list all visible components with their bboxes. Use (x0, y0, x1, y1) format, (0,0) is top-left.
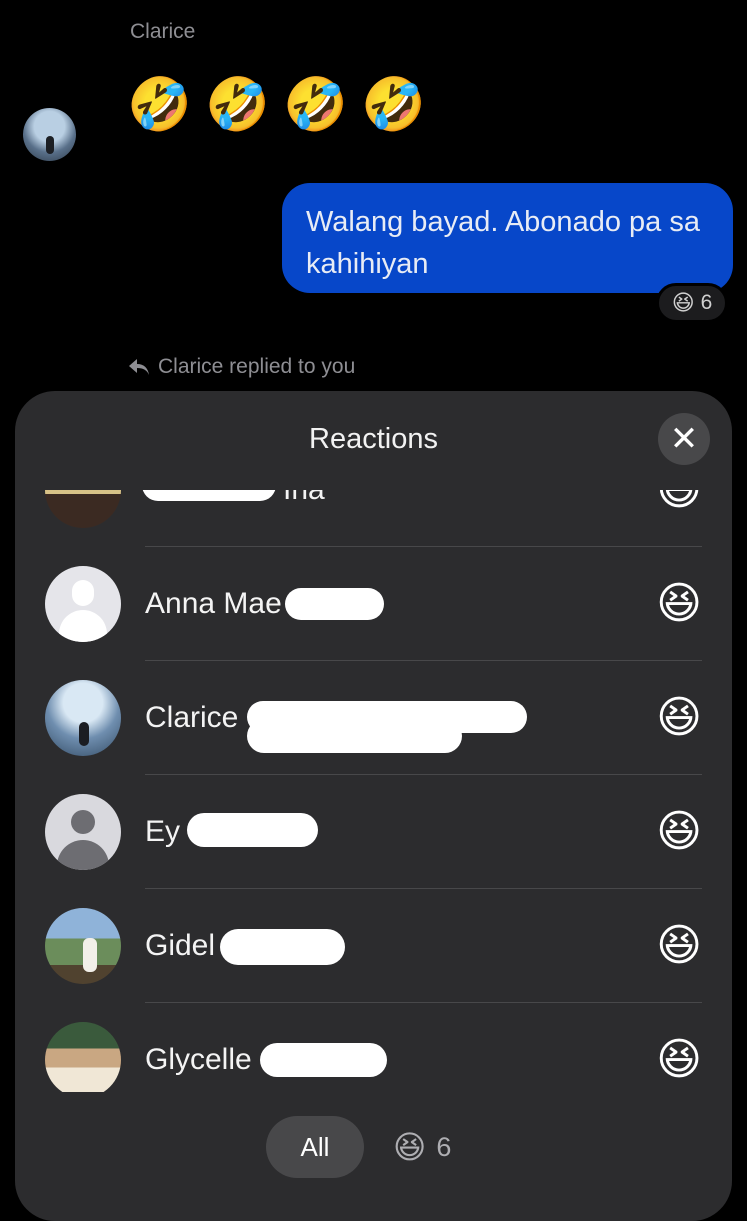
reactor-row[interactable]: Ina 😆 (15, 490, 732, 547)
reactor-row[interactable]: Anna Mae 😆 (15, 547, 732, 661)
filter-count: 6 (436, 1131, 452, 1162)
rofl-emoji: 🤣 (127, 76, 192, 134)
reactor-name: Clarice (145, 701, 239, 734)
reply-arrow-icon (129, 359, 149, 375)
laughing-emoji: 😆 (656, 490, 702, 547)
reactor-name: Ina (283, 490, 325, 547)
avatar (45, 908, 121, 984)
reactor-row[interactable]: Gidel 😆 (15, 889, 732, 1003)
laughing-emoji: 😆 (656, 1035, 702, 1084)
reactor-name: Ey (145, 815, 181, 848)
rofl-emoji: 🤣 (283, 76, 348, 134)
filter-all-button[interactable]: All (266, 1116, 364, 1178)
reply-note: Clarice replied to you (128, 355, 355, 379)
reactor-name: Anna Mae (145, 587, 282, 620)
reactor-row[interactable]: Ey 😆 (15, 775, 732, 889)
reaction-count: 6 (700, 291, 713, 314)
avatar (45, 1022, 121, 1092)
reply-note-text: Clarice replied to you (158, 355, 356, 378)
emoji-message[interactable]: 🤣 🤣 🤣 🤣 (127, 74, 426, 136)
redaction-mark (260, 1043, 387, 1077)
laughing-emoji: 😆 (656, 921, 702, 970)
chat-avatar[interactable] (23, 108, 76, 161)
avatar (45, 680, 121, 756)
sheet-title: Reactions (309, 423, 438, 455)
redaction-mark (142, 490, 276, 501)
rofl-emoji: 🤣 (361, 76, 426, 134)
close-icon: ✕ (669, 420, 699, 458)
reactor-name: Glycelle (145, 1043, 252, 1076)
laughing-emoji: 😆 (393, 1129, 427, 1165)
avatar (45, 794, 121, 870)
reactions-sheet: Reactions ✕ Ina 😆 Anna Mae 😆 Clarice (15, 391, 732, 1221)
reactor-name: Gidel (145, 929, 216, 962)
laughing-emoji: 😆 (656, 807, 702, 856)
avatar (45, 490, 121, 528)
rofl-emoji: 🤣 (205, 76, 270, 134)
my-message-bubble[interactable]: Walang bayad. Abonado pa sa kahihiyan (282, 183, 733, 293)
redaction-mark (247, 719, 462, 753)
close-button[interactable]: ✕ (658, 413, 710, 465)
message-reaction-pill[interactable]: 😆 6 (656, 283, 728, 323)
reactor-row[interactable]: Clarice 😆 (15, 661, 732, 775)
reactors-list[interactable]: Ina 😆 Anna Mae 😆 Clarice 😆 (15, 490, 732, 1092)
laughing-emoji: 😆 (656, 693, 702, 742)
avatar (45, 566, 121, 642)
laughing-emoji: 😆 (656, 579, 702, 628)
filter-laughing-tab[interactable]: 😆 6 (393, 1116, 451, 1178)
sender-name: Clarice (130, 20, 196, 43)
redaction-mark (220, 929, 345, 965)
redaction-mark (187, 813, 318, 847)
laughing-emoji: 😆 (671, 290, 695, 315)
redaction-mark (285, 588, 384, 620)
reactor-row[interactable]: Glycelle 😆 (15, 1003, 732, 1092)
